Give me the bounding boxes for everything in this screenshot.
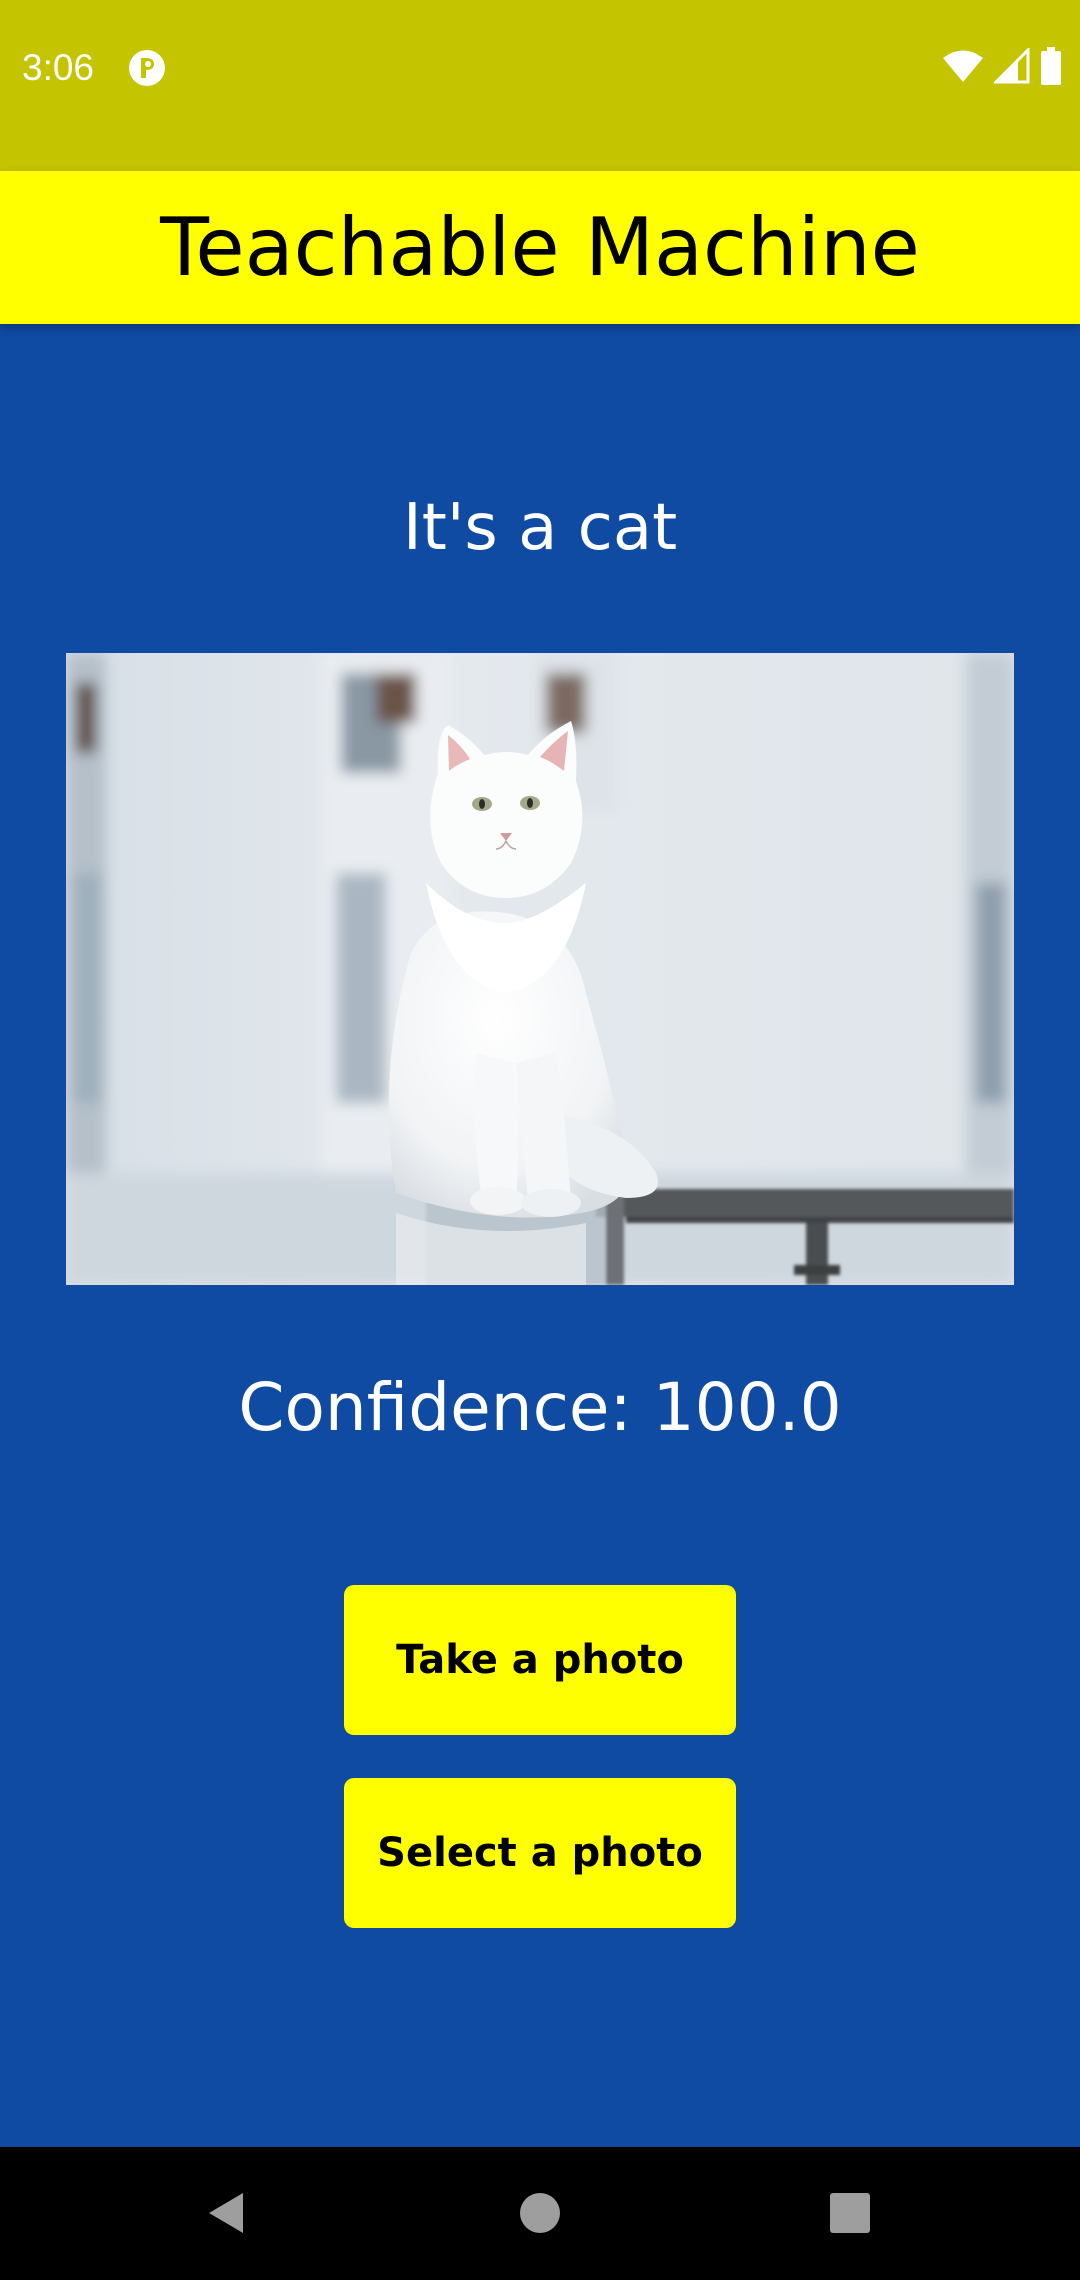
recents-icon[interactable] [800, 2163, 900, 2263]
app-notification-icon [127, 48, 167, 88]
app-bar: Teachable Machine [0, 171, 1080, 324]
confidence-label: Confidence: 100.0 [238, 1369, 842, 1446]
status-icons [942, 45, 1062, 90]
navigation-bar [0, 2147, 1080, 2280]
back-icon[interactable] [175, 2163, 275, 2263]
home-icon[interactable] [490, 2163, 590, 2263]
status-bar: 3:06 [0, 0, 1080, 171]
select-photo-button[interactable]: Select a photo [344, 1778, 736, 1928]
status-time: 3:06 [22, 47, 95, 88]
result-label: It's a cat [402, 491, 678, 565]
classified-photo [66, 653, 1014, 1285]
battery-icon [1040, 46, 1062, 90]
signal-icon [992, 45, 1030, 89]
app-title: Teachable Machine [160, 201, 920, 294]
wifi-icon [942, 49, 984, 88]
take-photo-button[interactable]: Take a photo [344, 1585, 736, 1735]
